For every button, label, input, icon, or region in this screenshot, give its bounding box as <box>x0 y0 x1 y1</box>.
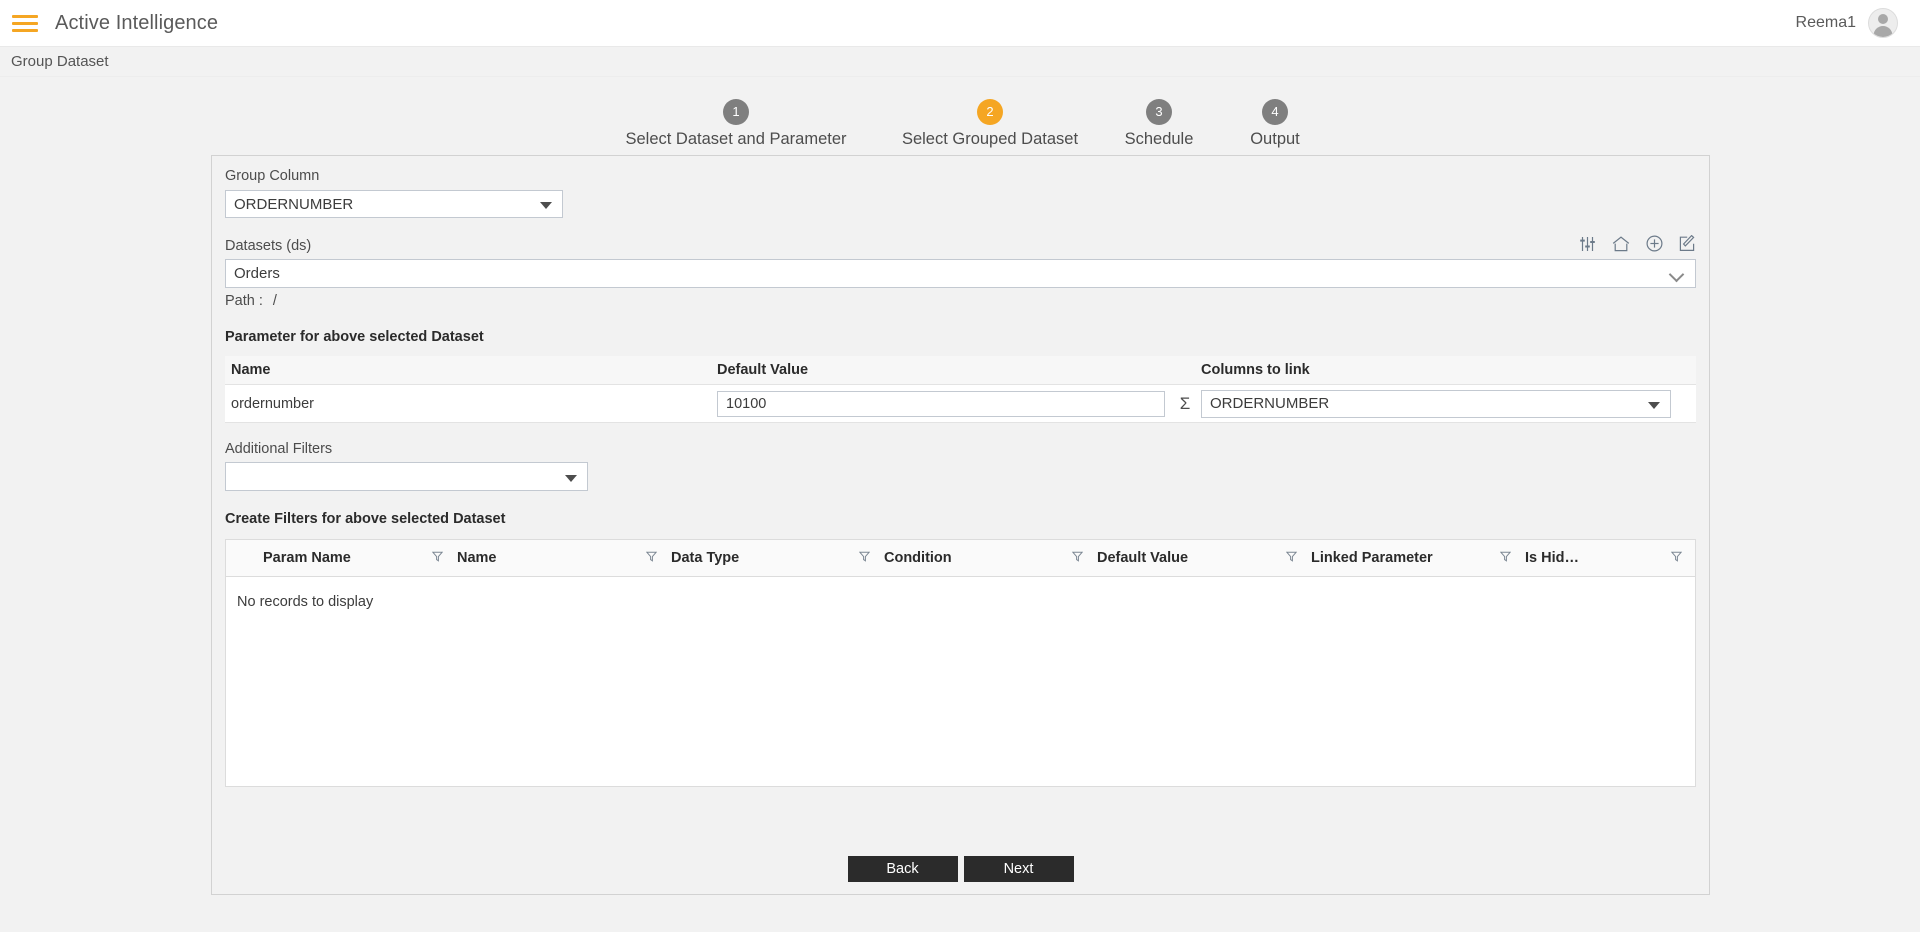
next-button[interactable]: Next <box>964 856 1074 882</box>
param-name-value: ordernumber <box>225 396 717 412</box>
step-number: 4 <box>1262 99 1288 125</box>
grid-col-label: Default Value <box>1097 550 1188 566</box>
grid-col-label: Name <box>457 550 497 566</box>
grid-col-param-name[interactable]: Param Name <box>226 540 418 576</box>
back-button[interactable]: Back <box>848 856 958 882</box>
step-select-grouped-dataset[interactable]: 2 Select Grouped Dataset <box>882 99 1098 149</box>
group-dataset-panel: Group Column ORDERNUMBER Datasets (ds) <box>211 155 1710 895</box>
path-value: / <box>273 293 277 309</box>
top-bar: Active Intelligence Reema1 <box>0 0 1920 47</box>
grid-empty-message: No records to display <box>226 577 1695 610</box>
step-number: 1 <box>723 99 749 125</box>
columns-to-link-value: ORDERNUMBER <box>1210 395 1329 412</box>
path-label: Path : <box>225 293 263 309</box>
create-filters-title: Create Filters for above selected Datase… <box>225 511 1696 527</box>
table-row: ordernumber Σ ORDERNUMBER <box>225 385 1696 423</box>
grid-col-label: Param Name <box>263 550 351 566</box>
filter-funnel-icon[interactable] <box>859 550 870 566</box>
step-number: 2 <box>977 99 1003 125</box>
filter-funnel-icon[interactable] <box>646 550 657 566</box>
filter-funnel-icon[interactable] <box>1500 550 1511 566</box>
filters-grid: Param Name Name Data Type Condition <box>225 539 1696 787</box>
chevron-down-icon <box>1648 402 1660 409</box>
chevron-down-icon <box>565 475 577 482</box>
wizard-stepper: 1 Select Dataset and Parameter 2 Select … <box>0 77 1920 155</box>
sigma-icon[interactable]: Σ <box>1169 394 1201 414</box>
group-column-value: ORDERNUMBER <box>234 196 353 213</box>
datasets-value: Orders <box>234 265 280 282</box>
grid-col-linked-parameter[interactable]: Linked Parameter <box>1272 540 1486 576</box>
group-column-select[interactable]: ORDERNUMBER <box>225 190 563 218</box>
header-columns-to-link: Columns to link <box>1201 362 1696 378</box>
grid-col-default-value[interactable]: Default Value <box>1058 540 1272 576</box>
columns-to-link-cell: ORDERNUMBER <box>1201 390 1696 418</box>
wizard-footer: Back Next <box>212 844 1709 894</box>
step-label: Select Dataset and Parameter <box>590 130 882 149</box>
grid-col-label: Condition <box>884 550 952 566</box>
page-title: Group Dataset <box>0 47 1920 77</box>
user-area: Reema1 <box>1796 8 1898 38</box>
page-title-label: Group Dataset <box>11 53 109 70</box>
edit-icon[interactable] <box>1679 235 1696 252</box>
datasets-header-row: Datasets (ds) <box>225 235 1696 254</box>
default-value-input[interactable] <box>717 391 1165 417</box>
user-name: Reema1 <box>1796 14 1856 32</box>
sliders-icon[interactable] <box>1579 236 1596 252</box>
datasets-label: Datasets (ds) <box>225 238 311 254</box>
path-row: Path : / <box>225 293 1696 309</box>
home-icon[interactable] <box>1612 236 1630 252</box>
grid-col-label: Is Hid… <box>1525 550 1579 566</box>
parameter-table-header: Name Default Value Columns to link <box>225 356 1696 385</box>
plus-circle-icon[interactable] <box>1646 235 1663 252</box>
parameter-table: Name Default Value Columns to link order… <box>225 356 1696 423</box>
step-schedule[interactable]: 3 Schedule <box>1098 99 1220 149</box>
step-label: Output <box>1220 130 1330 149</box>
group-column-label: Group Column <box>225 168 1696 184</box>
grid-col-name[interactable]: Name <box>418 540 632 576</box>
grid-col-label: Data Type <box>671 550 739 566</box>
filters-grid-header: Param Name Name Data Type Condition <box>226 540 1695 577</box>
app-title: Active Intelligence <box>55 12 218 35</box>
datasets-select[interactable]: Orders <box>225 259 1696 288</box>
additional-filters-label: Additional Filters <box>225 441 1696 457</box>
filter-funnel-icon[interactable] <box>432 550 443 566</box>
columns-to-link-select[interactable]: ORDERNUMBER <box>1201 390 1671 418</box>
additional-filters-select[interactable] <box>225 462 588 491</box>
grid-col-is-hidden[interactable]: Is Hid… <box>1486 540 1695 576</box>
chevron-down-icon <box>540 202 552 209</box>
filter-funnel-icon[interactable] <box>1671 550 1682 566</box>
step-label: Schedule <box>1098 130 1220 149</box>
step-label: Select Grouped Dataset <box>882 130 1098 149</box>
step-select-dataset-and-parameter[interactable]: 1 Select Dataset and Parameter <box>590 99 882 149</box>
step-output[interactable]: 4 Output <box>1220 99 1330 149</box>
datasets-toolbar <box>1579 235 1696 254</box>
header-default-value: Default Value <box>717 362 1169 378</box>
grid-col-data-type[interactable]: Data Type <box>632 540 845 576</box>
filter-funnel-icon[interactable] <box>1286 550 1297 566</box>
grid-col-label: Linked Parameter <box>1311 550 1433 566</box>
parameter-section-title: Parameter for above selected Dataset <box>225 329 1696 345</box>
param-default-value-cell <box>717 391 1169 417</box>
step-number: 3 <box>1146 99 1172 125</box>
chevron-down-icon <box>1671 269 1683 281</box>
grid-col-condition[interactable]: Condition <box>845 540 1058 576</box>
filter-funnel-icon[interactable] <box>1072 550 1083 566</box>
header-name: Name <box>225 362 717 378</box>
hamburger-icon[interactable] <box>12 13 38 33</box>
user-avatar-icon[interactable] <box>1868 8 1898 38</box>
